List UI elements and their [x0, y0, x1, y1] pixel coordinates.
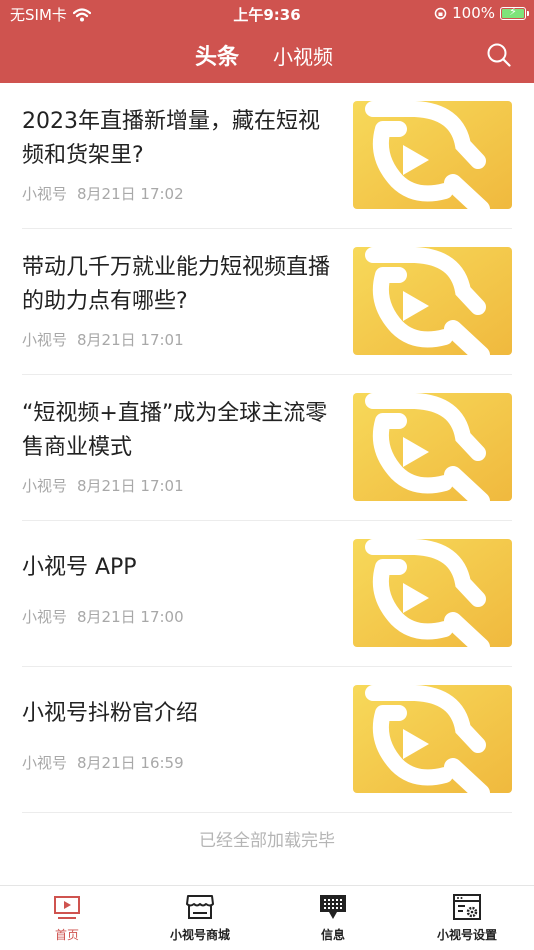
- tab-headlines[interactable]: 头条: [195, 39, 239, 71]
- search-icon[interactable]: [486, 42, 512, 68]
- list-end-text: 已经全部加载完毕: [199, 831, 335, 851]
- tab-mall-label: 小视号商城: [169, 928, 230, 942]
- battery-icon: ⚡: [500, 5, 529, 20]
- article-source: 小视号: [22, 185, 68, 203]
- article-time: 8月21日 17:01: [77, 477, 184, 495]
- article-title: “短视频+直播”成为全球主流零售商业模式: [22, 401, 328, 460]
- article-source: 小视号: [22, 331, 68, 349]
- video-play-logo-icon: [353, 247, 512, 355]
- article-title: 2023年直播新增量，藏在短视频和货架里?: [22, 109, 320, 168]
- article-title: 小视号 APP: [22, 555, 137, 580]
- settings-window-icon: [453, 894, 481, 920]
- app-screen: 无SIM卡 上午9:36 100% ⚡ 头条 小视频 2023年直播新增量，藏在…: [0, 0, 534, 950]
- top-nav: 头条 小视频: [0, 36, 534, 76]
- battery-percent: 100%: [452, 4, 495, 22]
- tab-short-video[interactable]: 小视频: [273, 41, 333, 70]
- list-item[interactable]: 小视号抖粉官介绍 小视号 8月21日 16:59: [0, 667, 534, 813]
- tab-settings[interactable]: 小视号设置: [412, 892, 522, 943]
- header: 无SIM卡 上午9:36 100% ⚡ 头条 小视频: [0, 0, 534, 83]
- tab-messages[interactable]: 信息: [278, 892, 388, 943]
- store-icon: [186, 895, 214, 919]
- divider: [22, 812, 512, 813]
- status-right: 100% ⚡: [434, 4, 529, 22]
- tab-home-label: 首页: [54, 928, 79, 942]
- article-list: 2023年直播新增量，藏在短视频和货架里? 小视号 8月21日 17:02 带动几…: [0, 83, 534, 813]
- article-title: 小视号抖粉官介绍: [22, 701, 199, 726]
- article-time: 8月21日 17:02: [77, 185, 184, 203]
- tab-home[interactable]: 首页: [12, 892, 122, 943]
- list-item[interactable]: 带动几千万就业能力短视频直播的助力点有哪些? 小视号 8月21日 17:01: [0, 229, 534, 375]
- article-title: 带动几千万就业能力短视频直播的助力点有哪些?: [22, 255, 331, 314]
- article-meta: 小视号 8月21日 17:01: [22, 475, 184, 496]
- article-meta: 小视号 8月21日 17:01: [22, 329, 184, 350]
- article-time: 8月21日 16:59: [77, 754, 184, 772]
- article-source: 小视号: [22, 477, 68, 495]
- orientation-lock-icon: [434, 7, 447, 19]
- article-time: 8月21日 17:01: [77, 331, 184, 349]
- top-tabs: 头条 小视频: [195, 39, 333, 71]
- article-source: 小视号: [22, 754, 68, 772]
- article-time: 8月21日 17:00: [77, 608, 184, 626]
- list-item[interactable]: 2023年直播新增量，藏在短视频和货架里? 小视号 8月21日 17:02: [0, 83, 534, 229]
- tv-icon: [54, 896, 80, 919]
- video-play-logo-icon: [353, 539, 512, 647]
- video-play-logo-icon: [353, 685, 512, 793]
- article-meta: 小视号 8月21日 16:59: [22, 752, 184, 773]
- article-meta: 小视号 8月21日 17:02: [22, 183, 184, 204]
- chat-icon: [320, 895, 346, 919]
- tab-messages-label: 信息: [320, 928, 345, 942]
- video-play-logo-icon: [353, 393, 512, 501]
- list-item[interactable]: 小视号 APP 小视号 8月21日 17:00: [0, 521, 534, 667]
- status-bar: 无SIM卡 上午9:36 100% ⚡: [0, 0, 534, 28]
- bottom-tab-bar: 首页 小视号商城 信息 小视号设置: [0, 885, 534, 950]
- video-play-logo-icon: [353, 101, 512, 209]
- article-meta: 小视号 8月21日 17:00: [22, 606, 184, 627]
- list-item[interactable]: “短视频+直播”成为全球主流零售商业模式 小视号 8月21日 17:01: [0, 375, 534, 521]
- article-source: 小视号: [22, 608, 68, 626]
- tab-mall[interactable]: 小视号商城: [145, 892, 255, 943]
- tab-settings-label: 小视号设置: [436, 928, 497, 942]
